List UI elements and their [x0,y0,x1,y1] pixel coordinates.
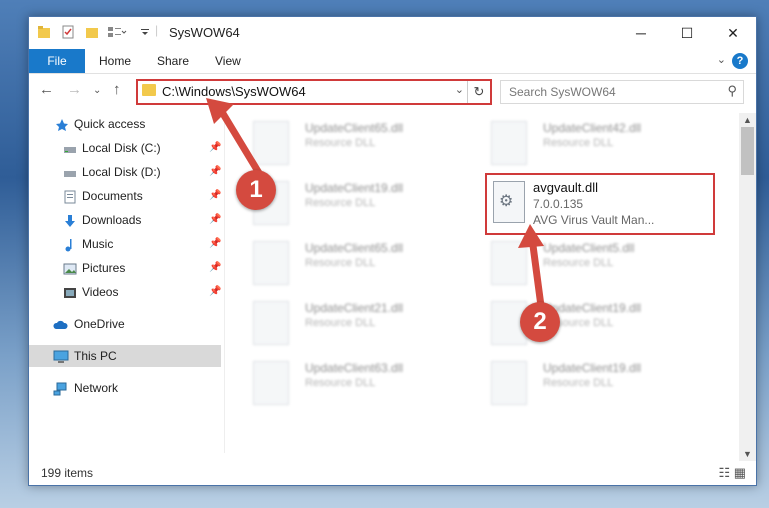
step-badge-1: 1 [236,170,276,210]
annotation-arrows [206,98,545,310]
arrow-2 [528,234,545,310]
step-badge-2: 2 [520,302,560,342]
arrow-2-head [518,224,544,248]
arrow-1 [218,108,266,182]
